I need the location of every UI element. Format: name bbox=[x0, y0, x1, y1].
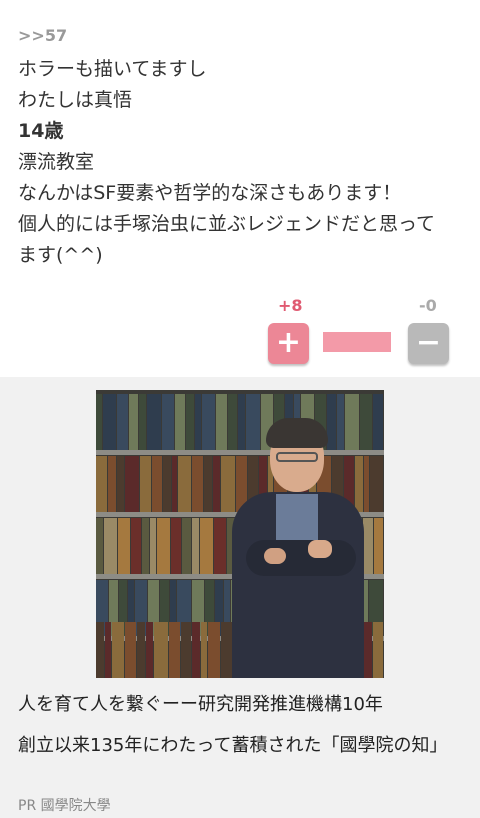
bookshelf-row bbox=[96, 394, 384, 452]
book-spine bbox=[178, 456, 191, 514]
book-spine bbox=[221, 456, 235, 514]
comment-body: ホラーも描いてますし わたしは真悟 14歳 漂流教室 なんかはSF要素や哲学的な… bbox=[18, 54, 470, 271]
sponsored-ad[interactable]: 人を育て人を繋ぐーー研究開発推進機構10年 創立以来135年にわたって蓄積された… bbox=[0, 377, 480, 818]
minus-vote-button[interactable]: − bbox=[408, 323, 449, 364]
comment-line: わたしは真悟 bbox=[18, 89, 133, 111]
book-spine bbox=[130, 518, 141, 576]
comment-line: 漂流教室 bbox=[18, 151, 95, 173]
book-spine bbox=[214, 518, 226, 576]
book-spine bbox=[107, 456, 117, 514]
book-spine bbox=[192, 518, 199, 576]
ad-description[interactable]: 創立以来135年にわたって蓄積された「國學院の知」 bbox=[18, 731, 462, 761]
minus-vote-count: -0 bbox=[419, 296, 437, 315]
book-spine bbox=[139, 456, 152, 514]
comment-line: 個人的には手塚治虫に並ぶレジェンドだと思って bbox=[18, 213, 436, 235]
book-spine bbox=[202, 394, 215, 452]
vote-area: +8 -0 + − bbox=[0, 296, 480, 366]
book-spine bbox=[362, 518, 374, 576]
book-spine bbox=[213, 456, 221, 514]
book-spine bbox=[373, 394, 383, 452]
ad-title[interactable]: 人を育て人を繋ぐーー研究開発推進機構10年 bbox=[18, 690, 383, 716]
book-spine bbox=[162, 456, 171, 514]
book-spine bbox=[117, 456, 125, 514]
ad-image[interactable] bbox=[96, 390, 384, 678]
book-spine bbox=[111, 622, 125, 678]
book-spine bbox=[125, 622, 136, 678]
book-spine bbox=[157, 518, 170, 576]
book-spine bbox=[104, 622, 111, 678]
book-spine bbox=[129, 394, 138, 452]
book-spine bbox=[96, 518, 103, 576]
book-spine bbox=[199, 518, 214, 576]
book-spine bbox=[192, 622, 200, 678]
book-spine bbox=[170, 518, 182, 576]
book-spine bbox=[370, 456, 383, 514]
book-spine bbox=[374, 518, 383, 576]
comment-line: 14歳 bbox=[18, 120, 64, 142]
book-spine bbox=[141, 518, 150, 576]
person-glasses bbox=[276, 452, 318, 462]
reply-anchor-link[interactable]: >>57 bbox=[18, 26, 67, 45]
book-spine bbox=[363, 456, 370, 514]
plus-vote-button[interactable]: + bbox=[268, 323, 309, 364]
book-spine bbox=[103, 518, 118, 576]
shelf-board bbox=[96, 450, 384, 455]
book-spine bbox=[203, 456, 213, 514]
person-hand bbox=[308, 540, 332, 558]
book-spine bbox=[182, 518, 191, 576]
book-spine bbox=[192, 456, 203, 514]
book-spine bbox=[175, 394, 185, 452]
person-hand bbox=[264, 548, 286, 564]
book-spine bbox=[146, 622, 154, 678]
book-spine bbox=[327, 394, 336, 452]
book-spine bbox=[162, 394, 174, 452]
comment-line: ホラーも描いてますし bbox=[18, 58, 207, 80]
book-spine bbox=[216, 394, 227, 452]
book-spine bbox=[207, 622, 221, 678]
book-spine bbox=[117, 394, 128, 452]
book-spine bbox=[125, 456, 139, 514]
book-spine bbox=[195, 394, 201, 452]
book-spine bbox=[221, 622, 232, 678]
comment-line: ます(^^) bbox=[18, 244, 103, 266]
book-spine bbox=[186, 394, 194, 452]
ad-sponsor-label: PR 國學院大學 bbox=[18, 798, 111, 814]
comment-line: なんかはSF要素や哲学的な深さもあります！ bbox=[18, 182, 402, 204]
book-spine bbox=[171, 456, 178, 514]
book-spine bbox=[238, 394, 245, 452]
vote-ratio-bar bbox=[323, 332, 391, 352]
book-spine bbox=[337, 394, 344, 452]
book-spine bbox=[154, 622, 168, 678]
person-hair bbox=[266, 418, 328, 448]
book-spine bbox=[360, 394, 372, 452]
book-spine bbox=[354, 456, 363, 514]
book-spine bbox=[181, 622, 191, 678]
book-spine bbox=[246, 394, 260, 452]
book-spine bbox=[228, 394, 237, 452]
book-spine bbox=[96, 394, 102, 452]
person-arms bbox=[246, 540, 356, 576]
book-spine bbox=[152, 456, 162, 514]
book-spine bbox=[96, 622, 104, 678]
book-spine bbox=[103, 394, 116, 452]
book-spine bbox=[136, 622, 146, 678]
book-spine bbox=[139, 394, 146, 452]
book-spine bbox=[150, 518, 157, 576]
book-spine bbox=[147, 394, 161, 452]
book-spine bbox=[200, 622, 207, 678]
book-spine bbox=[118, 518, 130, 576]
book-spine bbox=[168, 622, 181, 678]
book-spine bbox=[373, 622, 383, 678]
book-spine bbox=[345, 394, 359, 452]
plus-vote-count: +8 bbox=[278, 296, 303, 315]
comment-post: >>57 ホラーも描いてますし わたしは真悟 14歳 漂流教室 なんかはSF要素… bbox=[0, 0, 480, 377]
book-spine bbox=[96, 456, 107, 514]
